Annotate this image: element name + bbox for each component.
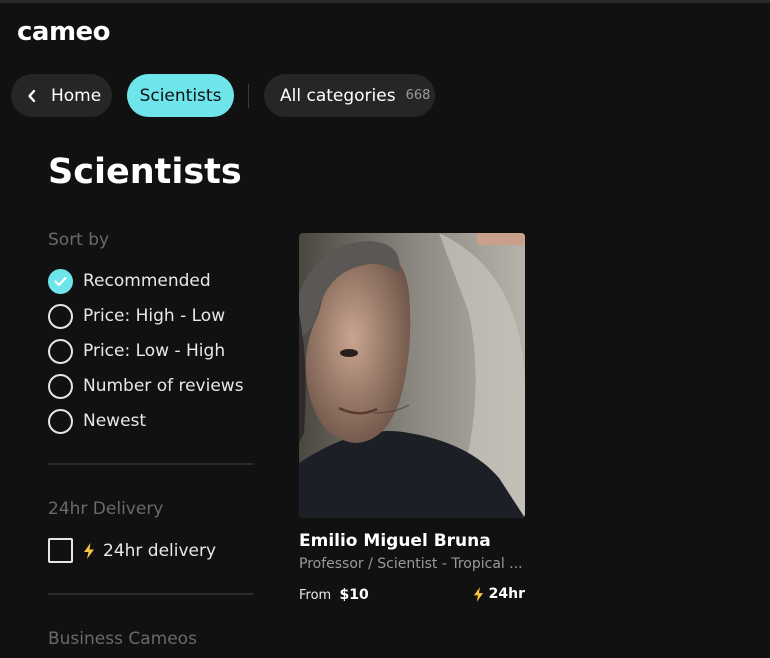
category-pill-scientists[interactable]: Scientists [127, 74, 234, 117]
top-border [0, 0, 770, 3]
all-categories-button[interactable]: All categories 668 [264, 74, 435, 117]
delivery-section-label: 24hr Delivery [48, 499, 164, 519]
sort-option-newest[interactable]: Newest [48, 408, 146, 434]
sort-option-label: Number of reviews [83, 376, 244, 396]
radio-checked-icon [48, 268, 73, 294]
chevron-left-icon [28, 89, 36, 102]
price-prefix: From [299, 588, 336, 603]
category-pill-label: Scientists [139, 85, 222, 106]
checkbox[interactable] [48, 538, 73, 563]
sort-option-label: Recommended [83, 271, 211, 291]
filter-divider [48, 463, 253, 465]
sort-option-label: Price: High - Low [83, 306, 226, 326]
radio-icon [48, 303, 73, 329]
delivery-option-label: 24hr delivery [103, 540, 217, 561]
home-label: Home [51, 85, 102, 106]
sort-option-number-of-reviews[interactable]: Number of reviews [48, 373, 244, 399]
lightning-bolt-icon [473, 586, 483, 602]
talent-photo-image [299, 233, 525, 518]
radio-icon [48, 373, 73, 399]
sort-option-label: Price: Low - High [83, 341, 226, 361]
filter-divider [48, 593, 253, 595]
radio-icon [48, 338, 73, 364]
nav-divider [248, 84, 249, 108]
sort-option-price-high-low[interactable]: Price: High - Low [48, 303, 225, 329]
home-button[interactable]: Home [11, 74, 112, 117]
talent-price: From $10 [299, 587, 369, 603]
sort-option-label: Newest [83, 411, 147, 431]
sort-by-label: Sort by [48, 230, 110, 250]
business-cameos-label: Business Cameos [48, 629, 197, 649]
cameo-logo[interactable]: cameo [17, 17, 111, 47]
talent-card[interactable]: Emilio Miguel Bruna Professor / Scientis… [299, 233, 525, 603]
delivery-filter-24hr[interactable]: 24hr delivery [48, 538, 216, 563]
fast-delivery-badge: 24hr [473, 586, 525, 602]
price-value: $10 [339, 587, 369, 603]
radio-icon [48, 408, 73, 434]
talent-subtitle: Professor / Scientist - Tropical ... [299, 556, 523, 572]
talent-name[interactable]: Emilio Miguel Bruna [299, 531, 491, 551]
page-title: Scientists [48, 152, 242, 192]
talent-photo[interactable] [299, 233, 525, 518]
fast-delivery-label: 24hr [488, 586, 525, 602]
sort-option-recommended[interactable]: Recommended [48, 268, 211, 294]
sort-option-price-low-high[interactable]: Price: Low - High [48, 338, 225, 364]
all-categories-label: All categories [280, 85, 396, 106]
all-categories-count: 668 [405, 88, 431, 103]
lightning-bolt-icon [84, 542, 94, 559]
